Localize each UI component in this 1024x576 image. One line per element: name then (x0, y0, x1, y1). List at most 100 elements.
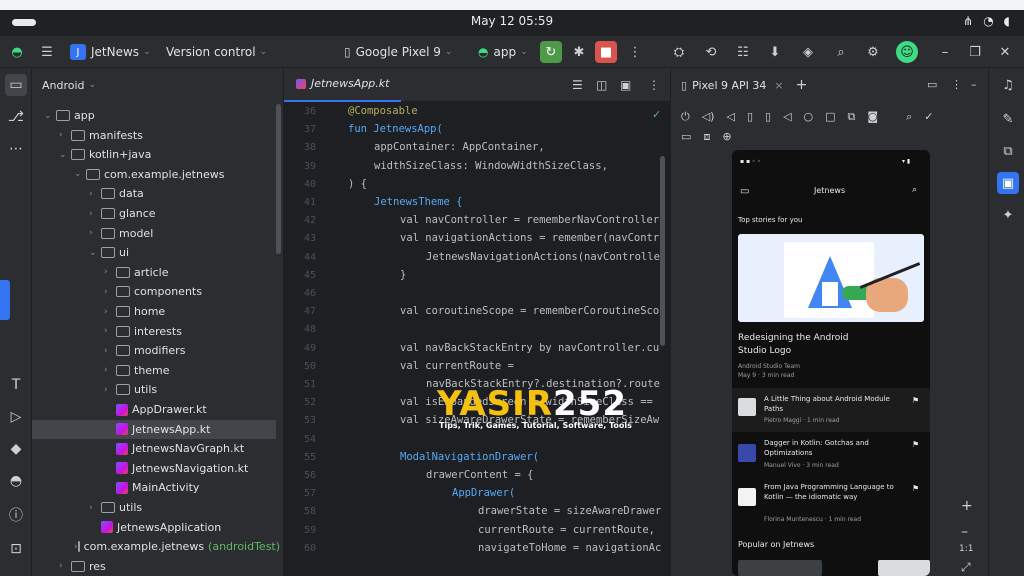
search-button[interactable]: ⌕ (830, 36, 852, 68)
featured-title[interactable]: Redesigning the Android Studio Logo (738, 332, 878, 358)
logcat-tool-button[interactable]: ◆ (5, 438, 27, 460)
record-icon[interactable]: ▭ (681, 130, 691, 144)
power-icon[interactable]: ⏻ (681, 110, 690, 124)
profiler-button[interactable]: ◈ (797, 36, 819, 68)
device-selector[interactable]: ▯ Google Pixel 9 ⌄ (344, 36, 453, 68)
device-manager-button[interactable]: ⛭ (668, 36, 690, 68)
run-tool-button[interactable]: ▷ (5, 406, 27, 428)
overview-icon[interactable]: □ (825, 110, 835, 124)
camera-icon[interactable]: ◙ (867, 110, 878, 124)
code-line[interactable]: JetnewsTheme { (374, 196, 463, 208)
tree-item[interactable]: AppDrawer.kt (32, 400, 276, 419)
tree-item[interactable]: › data (32, 184, 276, 203)
sdk-manager-button[interactable]: ⬇ (764, 36, 786, 68)
home-icon[interactable]: ○ (804, 110, 814, 124)
chevron-right-icon[interactable]: › (89, 209, 101, 219)
more-vertical-icon[interactable]: ⋮ (951, 78, 962, 91)
project-tool-button[interactable]: ▭ (5, 74, 27, 96)
more-actions-button[interactable]: ⋮ (624, 36, 646, 68)
tree-item[interactable]: › manifests (32, 126, 276, 145)
code-line[interactable]: val navController = rememberNavControlle… (400, 214, 659, 226)
check-icon[interactable]: ✓ (924, 110, 933, 124)
commit-tool-button[interactable]: ⎇ (5, 106, 27, 128)
zoom-in-icon[interactable]: ⊕ (722, 130, 731, 144)
chevron-down-icon[interactable]: ⌄ (59, 150, 71, 160)
code-line[interactable]: ) { (348, 178, 367, 190)
bookmark-icon[interactable]: ⚑ (912, 396, 919, 405)
tree-item[interactable]: › article (32, 263, 276, 282)
display-icon[interactable]: ⧈ (703, 130, 710, 144)
tree-item[interactable]: JetnewsNavigation.kt (32, 459, 276, 478)
main-menu-button[interactable]: ☰ (36, 36, 58, 68)
chevron-down-icon[interactable]: ⌄ (74, 169, 86, 179)
minimize-window-button[interactable]: – (934, 36, 956, 68)
chevron-right-icon[interactable]: › (104, 267, 116, 277)
tree-item[interactable]: › com.example.jetnews (androidTest) (32, 537, 280, 556)
chevron-right-icon[interactable]: › (104, 287, 116, 297)
editor-scrollbar[interactable] (660, 156, 665, 346)
volume-down-icon[interactable]: ◁ (726, 110, 734, 124)
gemini-tool-button[interactable]: ✎ (997, 108, 1019, 130)
chevron-right-icon[interactable]: › (89, 228, 101, 238)
tree-item[interactable]: › res (32, 557, 276, 576)
featured-image[interactable] (738, 234, 924, 322)
design-view-icon[interactable]: ▣ (620, 78, 631, 92)
window-layout-icon[interactable]: ▭ (927, 78, 937, 91)
running-devices-tool-button[interactable]: ▣ (997, 172, 1019, 194)
code-line[interactable]: appContainer: AppContainer, (374, 141, 545, 153)
tree-item[interactable]: › model (32, 224, 276, 243)
tree-item[interactable]: › utils (32, 380, 276, 399)
split-view-icon[interactable]: ◫ (596, 78, 607, 92)
settings-button[interactable]: ⚙ (862, 36, 884, 68)
back-icon[interactable]: ◁ (783, 110, 791, 124)
zoom-in-button[interactable]: + (961, 498, 973, 514)
tree-item[interactable]: › home (32, 302, 276, 321)
chevron-right-icon[interactable]: › (89, 189, 101, 199)
code-line[interactable]: drawerState = sizeAwareDrawer (478, 505, 661, 517)
tree-item[interactable]: ⌄ ui (32, 243, 276, 262)
project-view-selector[interactable]: Android ⌄ (32, 68, 283, 102)
tree-item[interactable]: › modifiers (32, 341, 276, 360)
phone-search-icon[interactable]: ⌕ (912, 185, 917, 195)
tree-item[interactable]: ⌄ com.example.jetnews (32, 165, 276, 184)
ai-tool-button[interactable]: ✦ (997, 204, 1019, 226)
more-tools-button[interactable]: ⋯ (5, 138, 27, 160)
run-config-selector[interactable]: ◓ app ⌄ (478, 36, 528, 68)
terminal-tool-button[interactable]: ⊡ (5, 538, 27, 560)
tree-item[interactable]: › utils (32, 498, 276, 517)
add-icon[interactable]: + (796, 77, 808, 93)
side-handle[interactable] (0, 280, 10, 320)
chevron-right-icon[interactable]: › (89, 503, 101, 513)
tab-jetnewsapp-kt[interactable]: JetnewsApp.kt (284, 68, 402, 102)
list-item[interactable]: A Little Thing about Android Module Path… (732, 388, 930, 432)
code-line[interactable]: drawerContent = { (426, 469, 533, 481)
tree-item[interactable]: MainActivity (32, 478, 276, 497)
code-line[interactable]: currentRoute = currentRoute, (478, 524, 655, 536)
fit-screen-icon[interactable]: ⤢ (961, 560, 971, 575)
rotate-left-icon[interactable]: ▯ (747, 110, 753, 124)
device-tab[interactable]: ▯ Pixel 9 API 34 × + ▭ ⋮ – (671, 68, 988, 102)
zoom-out-button[interactable]: – (961, 524, 968, 540)
vcs-selector[interactable]: Version control ⌄ (166, 36, 267, 68)
list-item[interactable]: Dagger in Kotlin: Gotchas and Optimizati… (732, 434, 930, 478)
sync-button[interactable]: ⟲ (700, 36, 722, 68)
gradle-tool-button[interactable]: ⧉ (997, 140, 1019, 162)
popular-card[interactable] (878, 560, 930, 576)
problems-tool-button[interactable]: ⓘ (5, 504, 27, 526)
chevron-right-icon[interactable]: › (104, 346, 116, 356)
chevron-right-icon[interactable]: › (59, 130, 71, 140)
apply-changes-button[interactable]: ↻ (540, 36, 562, 68)
notifications-tool-button[interactable]: ♫ (997, 74, 1019, 96)
project-scrollbar[interactable] (276, 104, 281, 254)
list-item[interactable]: From Java Programming Language to Kotlin… (732, 478, 930, 530)
code-line[interactable]: widthSizeClass: WindowWidthSizeClass, (374, 160, 608, 172)
code-view-icon[interactable]: ☰ (572, 78, 583, 92)
rotate-right-icon[interactable]: ▯ (765, 110, 771, 124)
tree-item[interactable]: JetnewsNavGraph.kt (32, 439, 276, 458)
chevron-right-icon[interactable]: › (104, 365, 116, 375)
project-selector[interactable]: J JetNews ⌄ (70, 36, 151, 68)
structure-button[interactable]: ☷ (732, 36, 754, 68)
code-line[interactable]: @Composable (348, 105, 418, 117)
code-line[interactable]: } (400, 269, 406, 281)
app-quality-tool-button[interactable]: ◓ (5, 470, 27, 492)
